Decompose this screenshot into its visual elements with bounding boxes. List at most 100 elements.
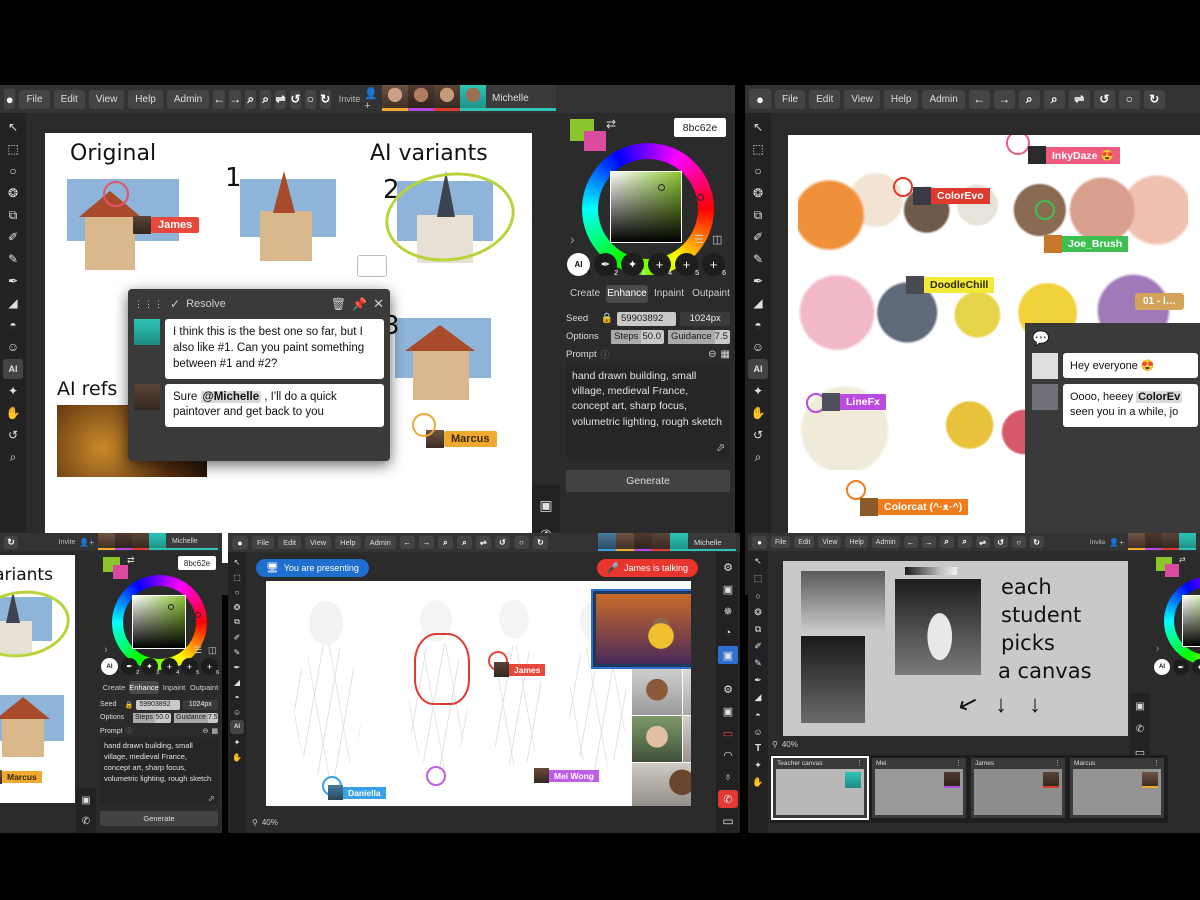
eraser-tool[interactable]: ◢ (3, 293, 23, 313)
hue-cursor-dot[interactable] (697, 194, 704, 201)
history-icon[interactable]: ○ (1118, 89, 1140, 109)
zoom-out-icon[interactable]: ⌕ (1043, 89, 1065, 109)
back-icon[interactable]: ← (968, 89, 990, 109)
app-logo-icon[interactable]: ● (749, 89, 771, 109)
mic-icon[interactable]: ♁ (719, 768, 737, 786)
share-screen-icon[interactable]: ▣ (719, 702, 737, 720)
ai-slot-3[interactable]: ✦ 3 (621, 253, 645, 277)
move-tool[interactable]: ↖ (748, 117, 768, 137)
kebab-menu-icon[interactable]: ⋮ (1153, 759, 1160, 767)
forward-icon[interactable]: → (229, 89, 242, 109)
ai-slot-2[interactable]: ✒ 2 (121, 658, 139, 676)
rect-select-tool[interactable]: ⬚ (748, 139, 768, 159)
menu-file[interactable]: File (19, 89, 50, 109)
ai-slot-2[interactable]: ✒ 2 (594, 253, 618, 277)
tab-enhance[interactable]: Enhance (606, 285, 648, 303)
menu-file[interactable]: File (771, 536, 791, 548)
present-icon[interactable]: ▣ (79, 793, 93, 807)
ai-slot-1[interactable]: AI 1 (567, 253, 591, 277)
avatar[interactable] (616, 533, 634, 551)
sliders-icon[interactable]: ☰ (194, 645, 202, 656)
undo-icon[interactable]: ↺ (993, 536, 1008, 548)
size-select[interactable]: 1024px (680, 311, 730, 326)
camera-off-icon[interactable]: ▭ (719, 724, 737, 742)
grid-icon[interactable]: ▦ (211, 727, 218, 735)
ai-slot-4[interactable]: +4 (161, 658, 179, 676)
sv-cursor-dot[interactable] (658, 184, 665, 191)
hand-tool[interactable]: ✋ (748, 403, 768, 423)
grid-icon[interactable]: ▦ (721, 349, 730, 360)
avatar[interactable] (652, 533, 670, 551)
screen-icon[interactable]: ▣ (719, 580, 737, 598)
menu-admin[interactable]: Admin (166, 89, 210, 109)
expand-prompt-icon[interactable]: ⬀ (208, 794, 215, 803)
ai-slot-1[interactable]: AI (1154, 659, 1170, 675)
swap-colors-icon[interactable]: ⇄ (127, 555, 135, 566)
back-icon[interactable]: ← (399, 536, 415, 549)
zoom-level[interactable]: 40% (262, 818, 278, 827)
columns-icon[interactable]: ◫ (208, 645, 217, 656)
pencil-tool[interactable]: ✎ (230, 645, 244, 659)
menu-file[interactable]: File (252, 536, 275, 549)
fill-tool[interactable]: ◓ (3, 315, 23, 335)
comment-bubble[interactable]: I think this is the best one so far, but… (165, 319, 384, 379)
forward-icon[interactable]: → (418, 536, 434, 549)
move-tool[interactable]: ↖ (751, 554, 766, 569)
redo-icon[interactable]: ↻ (4, 535, 18, 549)
size-select[interactable]: 1024px (182, 699, 218, 710)
zoom-out-icon[interactable]: ⌕ (957, 536, 972, 548)
menu-file[interactable]: File (775, 89, 806, 109)
fill-tool[interactable]: ◓ (230, 690, 244, 704)
transform-tool[interactable]: ⧉ (751, 622, 766, 637)
ai-slot-1[interactable]: AI 1 (101, 658, 119, 676)
sticker-tool[interactable]: ✦ (230, 735, 244, 749)
redo-icon[interactable]: ↻ (532, 536, 548, 549)
ai-tool[interactable]: AI (3, 359, 23, 379)
seed-value-field[interactable]: 59903892 (617, 311, 677, 326)
thumbnail-marcus[interactable]: Marcus ⋮ (1070, 758, 1164, 818)
transform-tool[interactable]: ⧉ (230, 615, 244, 629)
sticker-tool[interactable]: ✦ (3, 381, 23, 401)
undo-tool[interactable]: ↺ (3, 425, 23, 445)
rect-select-tool[interactable]: ⬚ (751, 571, 766, 586)
eyedropper-tool[interactable]: ✐ (230, 630, 244, 644)
mention-michelle[interactable]: @Michelle (200, 390, 262, 403)
flip-icon[interactable]: ⇌ (475, 536, 491, 549)
eraser-tool[interactable]: ◢ (748, 293, 768, 313)
history-icon[interactable]: ○ (513, 536, 529, 549)
panel4-canvas[interactable]: each student picks a canvas ↙ ↓ ↓ (783, 561, 1128, 736)
mention-colorevo[interactable]: ColorEv (1136, 391, 1183, 403)
close-icon[interactable]: ✕ (373, 296, 384, 312)
zoom-tool[interactable]: ⌕ (748, 447, 768, 467)
call-icon[interactable]: ✆ (1133, 722, 1147, 736)
participant-tile[interactable] (632, 716, 682, 762)
prompt-textarea[interactable]: hand drawn building, small village, medi… (100, 737, 218, 805)
avatar-self[interactable] (670, 533, 688, 551)
zoom-in-icon[interactable]: ⌕ (939, 536, 954, 548)
tab-outpaint[interactable]: Outpaint (189, 681, 219, 694)
menu-help[interactable]: Help (335, 536, 361, 549)
chat-icon[interactable]: ▭ (719, 812, 737, 830)
tab-outpaint[interactable]: Outpaint (690, 285, 732, 303)
lock-icon[interactable]: 🔒 (125, 701, 134, 709)
tab-inpaint[interactable]: Inpaint (159, 681, 189, 694)
hand-tool[interactable]: ✋ (3, 403, 23, 423)
menu-view[interactable]: View (818, 536, 842, 548)
forward-icon[interactable]: → (921, 536, 936, 548)
menu-view[interactable]: View (305, 536, 332, 549)
tab-enhance[interactable]: Enhance (129, 681, 159, 694)
check-icon[interactable]: ✓ (170, 297, 180, 311)
avatar-self[interactable] (459, 85, 486, 111)
kebab-menu-icon[interactable]: ⋮ (856, 759, 863, 767)
seed-value-field[interactable]: 59903892 (136, 699, 180, 710)
generate-button[interactable]: Generate (566, 470, 730, 492)
thumbnail-james[interactable]: James ⋮ (971, 758, 1065, 818)
ai-slot-6[interactable]: + 6 (702, 253, 726, 277)
rect-select-tool[interactable]: ⬚ (3, 139, 23, 159)
pencil-tool[interactable]: ✎ (3, 249, 23, 269)
columns-icon[interactable]: ◫ (712, 233, 722, 246)
lasso-tool[interactable]: ❂ (230, 600, 244, 614)
zoom-level[interactable]: 40% (782, 740, 798, 749)
tab-inpaint[interactable]: Inpaint (648, 285, 690, 303)
prompt-textarea[interactable]: hand drawn building, small village, medi… (566, 363, 730, 459)
